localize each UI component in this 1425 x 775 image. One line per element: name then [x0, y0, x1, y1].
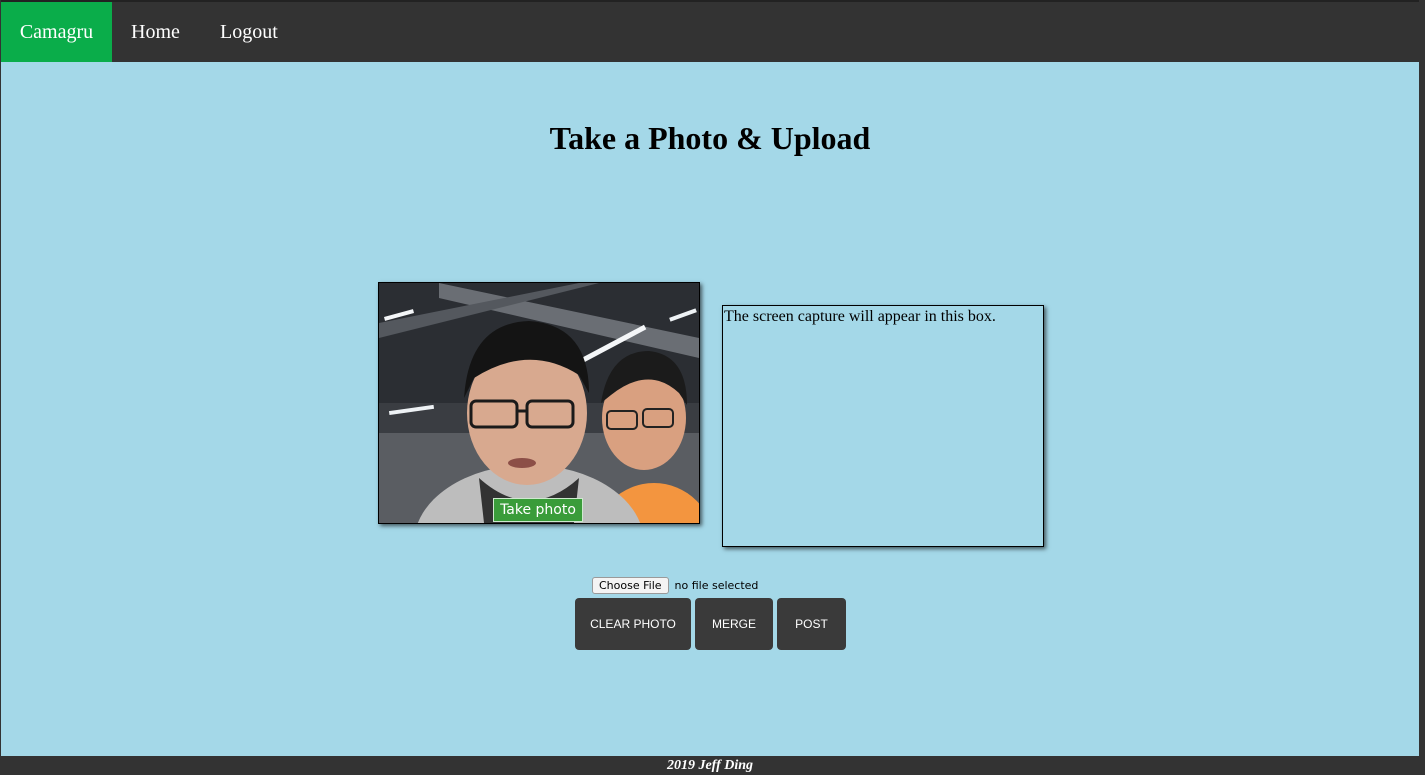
clear-photo-button[interactable]: CLEAR PHOTO — [575, 598, 691, 650]
take-photo-button[interactable]: Take photo — [493, 498, 583, 522]
nav-home-link[interactable]: Home — [131, 2, 180, 62]
nav-brand-camagru[interactable]: Camagru — [1, 2, 112, 62]
screen-capture-box: The screen capture will appear in this b… — [722, 305, 1044, 547]
capture-placeholder-text: The screen capture will appear in this b… — [724, 308, 996, 325]
footer-text: 2019 Jeff Ding — [666, 758, 754, 773]
page-title: Take a Photo & Upload — [549, 120, 871, 156]
camera-video-box: Take photo — [378, 282, 700, 524]
file-upload-row: Choose File no file selected — [592, 576, 758, 594]
merge-button[interactable]: MERGE — [695, 598, 773, 650]
choose-file-button[interactable]: Choose File — [592, 576, 669, 594]
top-navbar: Camagru Home Logout — [1, 0, 1419, 62]
app-window: Camagru Home Logout Take a Photo & Uploa… — [0, 0, 1425, 775]
file-status-text: no file selected — [674, 578, 759, 592]
post-button[interactable]: POST — [777, 598, 846, 650]
camera-feed-image — [379, 283, 699, 523]
footer: 2019 Jeff Ding — [1, 756, 1419, 775]
nav-logout-link[interactable]: Logout — [220, 2, 278, 62]
